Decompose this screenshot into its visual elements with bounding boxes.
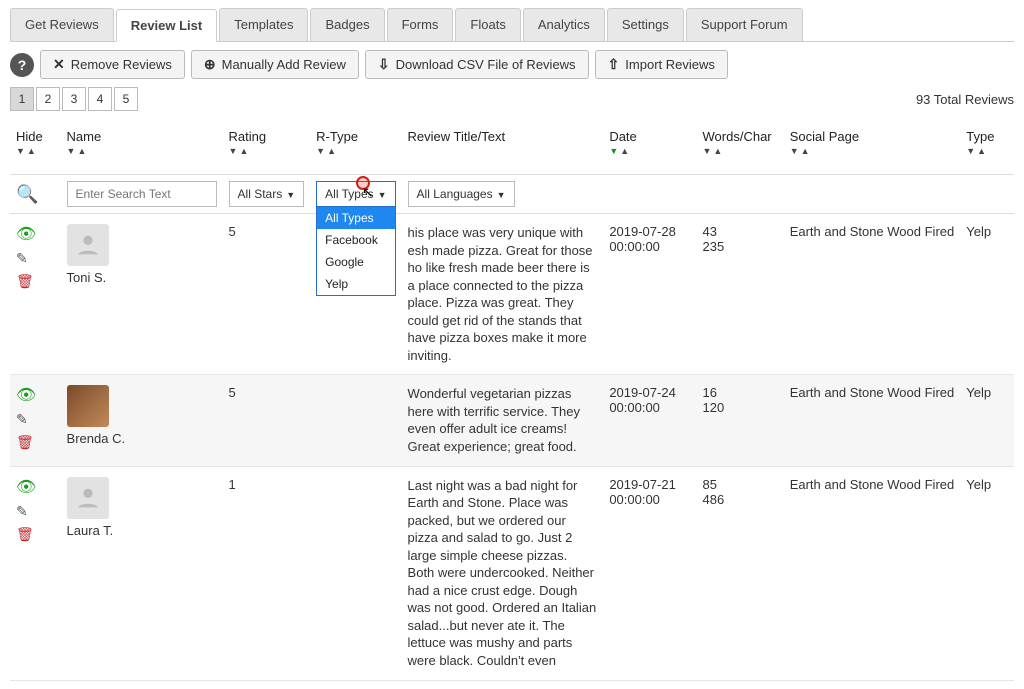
review-date: 2019-07-2800:00:00 — [603, 214, 696, 375]
reviewer-name: Brenda C. — [67, 431, 217, 446]
import-reviews-button[interactable]: ⇧ Import Reviews — [595, 50, 728, 79]
tab-analytics[interactable]: Analytics — [523, 8, 605, 41]
page-4[interactable]: 4 — [88, 87, 112, 111]
download-icon: ⇩ — [378, 56, 390, 73]
filter-row: 🔍 All Stars▼ All Types▼ ↖ All TypesFaceb… — [10, 175, 1014, 214]
type-option-facebook[interactable]: Facebook — [317, 229, 394, 251]
tab-support-forum[interactable]: Support Forum — [686, 8, 803, 41]
review-type: Yelp — [960, 375, 1014, 466]
page-2[interactable]: 2 — [36, 87, 60, 111]
visibility-icon[interactable]: 👁 — [16, 385, 36, 405]
avatar — [67, 224, 109, 266]
add-review-button[interactable]: ⊕ Manually Add Review — [191, 50, 359, 79]
types-dropdown: All TypesFacebookGoogleYelp — [316, 206, 395, 296]
avatar — [67, 477, 109, 519]
upload-icon: ⇧ — [608, 56, 620, 73]
type-option-all-types[interactable]: All Types — [317, 207, 394, 229]
download-csv-button[interactable]: ⇩ Download CSV File of Reviews — [365, 50, 589, 79]
table-row: 👁 ✎ 🗑 Toni S. 5 his place was very unique wit… — [10, 214, 1014, 375]
table-row: 👁 ✎ 🗑 Brenda C. 5 Wonderful vegetarian pizza… — [10, 375, 1014, 466]
types-filter[interactable]: All Types▼ ↖ All TypesFacebookGoogleYelp — [316, 181, 395, 207]
reviewer-name: Toni S. — [67, 270, 217, 285]
tab-review-list[interactable]: Review List — [116, 9, 218, 42]
pager: 12345 — [10, 87, 138, 111]
word-char-count: 16120 — [697, 375, 784, 466]
caret-icon: ▼ — [378, 190, 387, 200]
header-row: Hide▼▲ Name▼▲ Rating▼▲ R-Type▼▲ Review T… — [10, 121, 1014, 175]
col-name[interactable]: Name▼▲ — [61, 121, 223, 175]
plus-circle-icon: ⊕ — [204, 56, 216, 73]
delete-icon[interactable]: 🗑 — [16, 434, 34, 451]
search-input[interactable] — [67, 181, 217, 207]
edit-icon[interactable]: ✎ — [16, 250, 28, 267]
visibility-icon[interactable]: 👁 — [16, 477, 36, 497]
col-type[interactable]: Type▼▲ — [960, 121, 1014, 175]
visibility-icon[interactable]: 👁 — [16, 224, 36, 244]
review-text: Last night was a bad night for Earth and… — [408, 477, 598, 670]
col-rtype[interactable]: R-Type▼▲ — [310, 121, 401, 175]
x-icon: ✕ — [53, 56, 65, 73]
search-icon: 🔍 — [16, 184, 38, 204]
review-date: 2019-07-2400:00:00 — [603, 375, 696, 466]
help-icon[interactable]: ? — [10, 53, 34, 77]
word-char-count: 43235 — [697, 214, 784, 375]
tab-badges[interactable]: Badges — [310, 8, 384, 41]
download-csv-label: Download CSV File of Reviews — [396, 57, 576, 72]
delete-icon[interactable]: 🗑 — [16, 526, 34, 543]
col-hide[interactable]: Hide▼▲ — [10, 121, 61, 175]
rating-value: 5 — [223, 375, 311, 466]
review-text: Wonderful vegetarian pizzas here with te… — [408, 385, 598, 455]
edit-icon[interactable]: ✎ — [16, 503, 28, 520]
import-reviews-label: Import Reviews — [625, 57, 715, 72]
stars-filter[interactable]: All Stars▼ — [229, 181, 305, 207]
type-option-yelp[interactable]: Yelp — [317, 273, 394, 295]
reviewer-name: Laura T. — [67, 523, 217, 538]
social-page: Earth and Stone Wood Fired — [784, 214, 961, 375]
avatar — [67, 385, 109, 427]
rating-value: 5 — [223, 214, 311, 375]
tab-forms[interactable]: Forms — [387, 8, 454, 41]
col-social[interactable]: Social Page▼▲ — [784, 121, 961, 175]
col-words[interactable]: Words/Char▼▲ — [697, 121, 784, 175]
main-tabs: Get ReviewsReview ListTemplatesBadgesFor… — [10, 8, 1014, 42]
page-3[interactable]: 3 — [62, 87, 86, 111]
col-rating[interactable]: Rating▼▲ — [223, 121, 311, 175]
review-type: Yelp — [960, 214, 1014, 375]
caret-icon: ▼ — [497, 190, 506, 200]
total-reviews-label: 93 Total Reviews — [916, 92, 1014, 107]
tab-settings[interactable]: Settings — [607, 8, 684, 41]
reviews-table: Hide▼▲ Name▼▲ Rating▼▲ R-Type▼▲ Review T… — [10, 121, 1014, 681]
type-option-google[interactable]: Google — [317, 251, 394, 273]
edit-icon[interactable]: ✎ — [16, 411, 28, 428]
col-date[interactable]: Date▼▲ — [603, 121, 696, 175]
tab-templates[interactable]: Templates — [219, 8, 308, 41]
pager-row: 12345 93 Total Reviews — [10, 87, 1014, 111]
remove-reviews-button[interactable]: ✕ Remove Reviews — [40, 50, 185, 79]
tab-floats[interactable]: Floats — [455, 8, 520, 41]
tab-get-reviews[interactable]: Get Reviews — [10, 8, 114, 41]
page-1[interactable]: 1 — [10, 87, 34, 111]
col-title[interactable]: Review Title/Text — [402, 121, 604, 175]
delete-icon[interactable]: 🗑 — [16, 273, 34, 290]
languages-filter[interactable]: All Languages▼ — [408, 181, 515, 207]
caret-icon: ▼ — [286, 190, 295, 200]
add-review-label: Manually Add Review — [222, 57, 346, 72]
review-text: his place was very unique with esh made … — [408, 224, 598, 364]
remove-reviews-label: Remove Reviews — [71, 57, 172, 72]
page-5[interactable]: 5 — [114, 87, 138, 111]
social-page: Earth and Stone Wood Fired — [784, 375, 961, 466]
action-toolbar: ? ✕ Remove Reviews ⊕ Manually Add Review ⇩… — [10, 50, 1014, 79]
